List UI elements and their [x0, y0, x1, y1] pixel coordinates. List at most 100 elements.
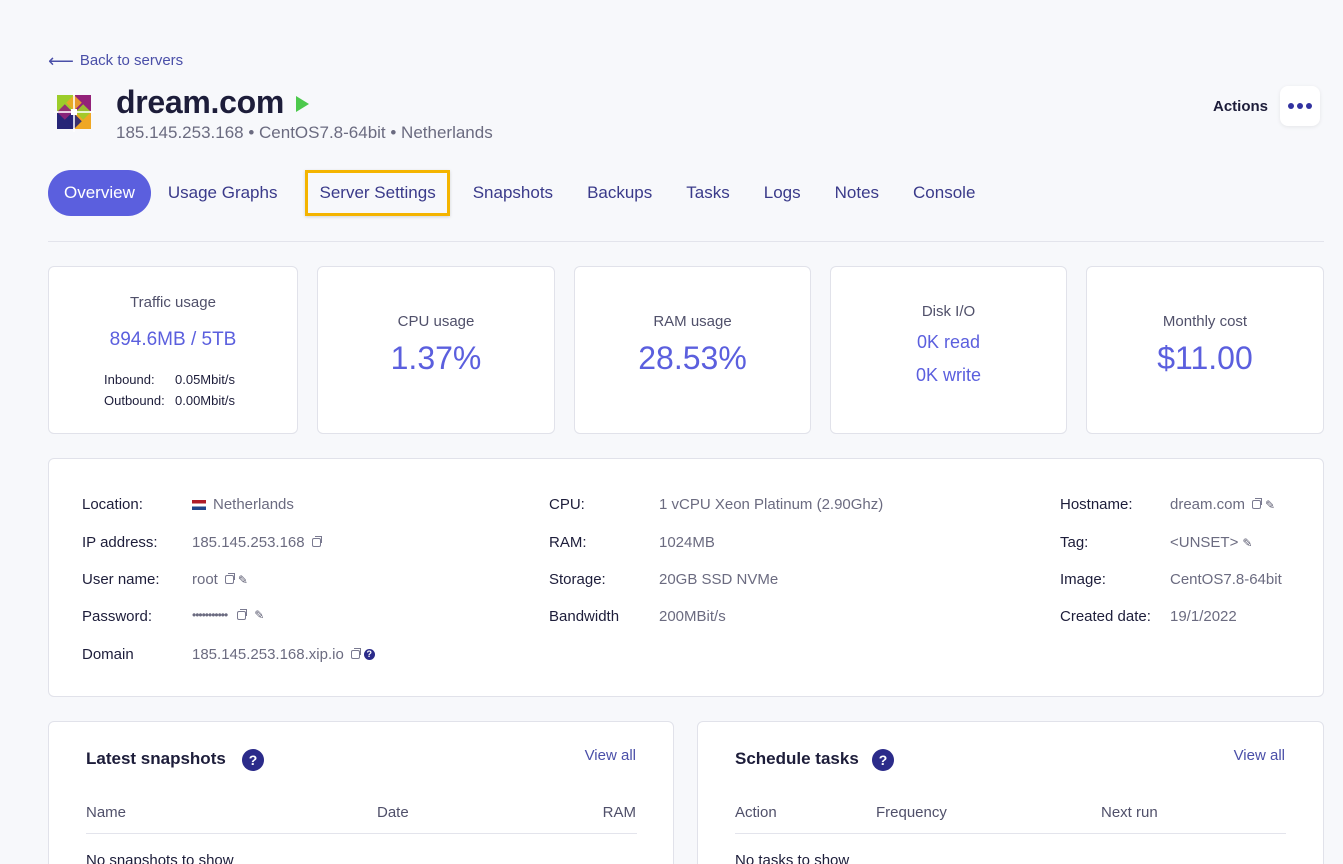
- cpu-usage-label: CPU usage: [397, 313, 475, 330]
- copy-icon[interactable]: [237, 608, 248, 620]
- bandwidth-value: 200MBit/s: [659, 608, 726, 625]
- storage-label: Storage:: [549, 571, 606, 588]
- tab-console[interactable]: Console: [896, 170, 992, 216]
- edit-icon[interactable]: ✎: [1242, 536, 1252, 550]
- tab-usage-graphs[interactable]: Usage Graphs: [151, 170, 295, 216]
- traffic-label: Traffic usage: [130, 294, 216, 311]
- arrow-left-icon: ⟵: [48, 50, 74, 71]
- tasks-title: Schedule tasks: [735, 749, 859, 768]
- help-icon[interactable]: ?: [363, 649, 375, 660]
- latest-snapshots-panel: Latest snapshots ? View all Name Date RA…: [48, 721, 674, 864]
- disk-read-value: 0K read: [916, 332, 981, 352]
- outbound-label: Outbound:: [104, 393, 165, 408]
- server-subtitle: 185.145.253.168 • CentOS7.8-64bit • Neth…: [116, 123, 493, 142]
- tasks-col-frequency: Frequency: [876, 804, 947, 821]
- monthly-cost-value: $11.00: [1157, 340, 1253, 376]
- more-actions-button[interactable]: [1280, 86, 1320, 126]
- tab-tasks[interactable]: Tasks: [669, 170, 746, 216]
- monthly-cost-label: Monthly cost: [1162, 313, 1248, 330]
- ip-text: 185.145.253.168: [192, 534, 305, 551]
- help-icon[interactable]: ?: [872, 749, 894, 771]
- cpu-usage-value: 1.37%: [390, 340, 482, 376]
- edit-icon[interactable]: ✎: [238, 573, 248, 587]
- snapshots-header-rule: [86, 833, 637, 834]
- tab-overview[interactable]: Overview: [48, 170, 151, 216]
- ram-usage-card: RAM usage 28.53%: [574, 266, 811, 434]
- tab-bar: Overview Usage Graphs Server Settings Sn…: [48, 170, 992, 216]
- back-label: Back to servers: [79, 52, 184, 69]
- actions-area: Actions: [1213, 86, 1320, 126]
- traffic-usage-card: Traffic usage 894.6MB / 5TB Inbound: 0.0…: [48, 266, 298, 434]
- tabs-divider: [48, 241, 1324, 242]
- edit-icon[interactable]: ✎: [1265, 498, 1275, 512]
- copy-icon[interactable]: [224, 573, 235, 584]
- tasks-header-rule: [735, 833, 1286, 834]
- created-date-label: Created date:: [1060, 608, 1151, 625]
- password-label: Password:: [82, 608, 153, 625]
- server-overview-page: ⟵ Back to servers dream.com 185.145.253.…: [0, 0, 1343, 864]
- ip-value: 185.145.253.168: [192, 534, 322, 551]
- actions-label: Actions: [1212, 97, 1268, 115]
- ram-usage-label: RAM usage: [653, 313, 732, 330]
- centos-logo: [54, 92, 94, 132]
- password-text: •••••••••••: [192, 608, 228, 622]
- username-label: User name:: [82, 571, 160, 588]
- tag-value: <UNSET> ✎: [1170, 534, 1252, 551]
- more-dot: [1306, 103, 1312, 109]
- disk-io-card: Disk I/O 0K read 0K write: [830, 266, 1067, 434]
- copy-icon[interactable]: [311, 536, 322, 547]
- back-to-servers-link[interactable]: ⟵ Back to servers: [48, 50, 184, 71]
- snapshots-col-date: Date: [377, 804, 409, 821]
- tasks-view-all-link[interactable]: View all: [1234, 747, 1285, 764]
- snapshots-empty-text: No snapshots to show: [86, 852, 234, 864]
- copy-icon[interactable]: [350, 648, 361, 659]
- copy-icon[interactable]: [1252, 498, 1263, 509]
- snapshots-view-all-link[interactable]: View all: [585, 747, 636, 764]
- tab-server-settings[interactable]: Server Settings: [305, 170, 450, 216]
- traffic-rates: Inbound: 0.05Mbit/s Outbound: 0.00Mbit/s: [104, 372, 235, 408]
- play-icon[interactable]: [296, 95, 310, 112]
- snapshots-col-ram: RAM: [602, 804, 636, 821]
- tasks-col-next-run: Next run: [1101, 804, 1158, 821]
- tab-notes[interactable]: Notes: [818, 170, 896, 216]
- ram-usage-value: 28.53%: [638, 340, 747, 376]
- traffic-value: 894.6MB / 5TB: [109, 329, 237, 350]
- tab-backups[interactable]: Backups: [570, 170, 669, 216]
- help-icon[interactable]: ?: [242, 749, 264, 771]
- hostname-text: dream.com: [1170, 496, 1246, 513]
- password-value: ••••••••••• ✎: [192, 608, 264, 622]
- tag-label: Tag:: [1060, 534, 1089, 551]
- image-value: CentOS7.8-64bit: [1170, 571, 1282, 588]
- image-label: Image:: [1060, 571, 1106, 588]
- snapshots-title: Latest snapshots: [86, 749, 226, 768]
- created-date-value: 19/1/2022: [1170, 608, 1237, 625]
- disk-io-label: Disk I/O: [921, 303, 976, 320]
- location-label: Location:: [82, 496, 143, 513]
- tab-logs[interactable]: Logs: [747, 170, 818, 216]
- cpu-value: 1 vCPU Xeon Platinum (2.90Ghz): [659, 496, 884, 513]
- monthly-cost-card: Monthly cost $11.00: [1086, 266, 1324, 434]
- ip-label: IP address:: [82, 534, 158, 551]
- hostname-label: Hostname:: [1060, 496, 1133, 513]
- cpu-label: CPU:: [549, 496, 585, 513]
- domain-text: 185.145.253.168.xip.io: [192, 646, 344, 663]
- server-title-row: dream.com: [116, 84, 310, 121]
- tasks-empty-text: No tasks to show: [735, 852, 850, 864]
- disk-write-value: 0K write: [915, 365, 982, 385]
- domain-value: 185.145.253.168.xip.io ?: [192, 646, 375, 663]
- cpu-usage-card: CPU usage 1.37%: [317, 266, 555, 434]
- username-value: root ✎: [192, 571, 248, 588]
- tab-snapshots[interactable]: Snapshots: [456, 170, 570, 216]
- bandwidth-label: Bandwidth: [549, 608, 620, 625]
- more-dot: [1297, 103, 1303, 109]
- tag-text: <UNSET>: [1170, 534, 1239, 551]
- domain-label: Domain: [82, 646, 134, 663]
- edit-icon[interactable]: ✎: [254, 608, 264, 622]
- server-name: dream.com: [116, 84, 285, 120]
- outbound-value: 0.00Mbit/s: [175, 393, 235, 408]
- username-text: root: [192, 571, 218, 588]
- location-value: Netherlands: [192, 496, 294, 513]
- ram-label: RAM:: [549, 534, 587, 551]
- more-dots-icon: [1288, 103, 1294, 109]
- location-text: Netherlands: [213, 496, 294, 513]
